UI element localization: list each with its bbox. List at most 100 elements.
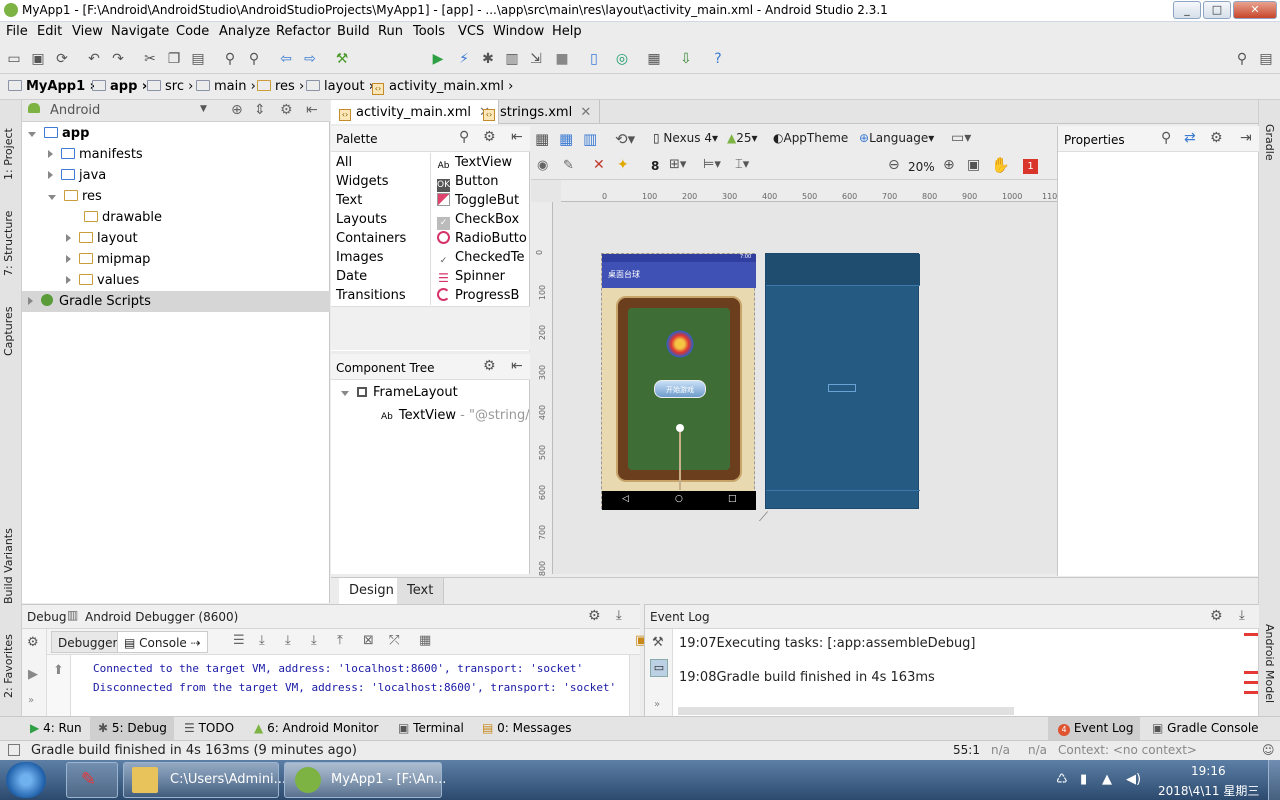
scroll-from-source-icon[interactable]: ⊕ — [231, 102, 243, 118]
copy-icon[interactable]: ❐ — [165, 50, 183, 68]
menu-vcs[interactable]: VCS — [458, 24, 484, 39]
gear-icon[interactable]: ⚙ — [1210, 608, 1223, 624]
resume-icon[interactable]: ▶ — [28, 667, 38, 682]
breadcrumb-layout[interactable]: layout › — [306, 79, 374, 94]
tab-structure[interactable]: 7: Structure — [2, 196, 15, 276]
palette-category-date[interactable]: Date — [336, 269, 367, 284]
tab-captures[interactable]: Captures — [2, 290, 15, 356]
tree-item-res[interactable]: res — [48, 189, 102, 204]
step-into-icon[interactable]: ⤓ — [285, 633, 291, 648]
soft-wrap-icon[interactable]: ▭ — [650, 659, 668, 677]
menu-build[interactable]: Build — [337, 24, 370, 39]
attach-debugger-icon[interactable]: ⇲ — [527, 50, 545, 68]
tool-tab-event-log[interactable]: 4 Event Log — [1058, 721, 1133, 736]
undo-icon[interactable]: ↶ — [85, 50, 103, 68]
menu-file[interactable]: File — [6, 24, 28, 39]
make-project-icon[interactable]: ⚒ — [333, 50, 351, 68]
gear-icon[interactable]: ⚙ — [588, 608, 601, 624]
blueprint-preview[interactable] — [765, 253, 920, 509]
console-scrollbar[interactable] — [629, 655, 640, 717]
apply-changes-icon[interactable]: ⚡ — [455, 50, 473, 68]
tab-design[interactable]: Design — [339, 578, 405, 604]
palette-item-checkedtextview[interactable]: ✓ CheckedTe — [437, 250, 525, 268]
clock-time[interactable]: 19:16 — [1191, 764, 1226, 778]
step-over-icon[interactable]: ⤓ — [259, 633, 265, 648]
tab-text[interactable]: Text — [397, 578, 445, 604]
search-icon[interactable]: ⚲ — [459, 129, 469, 145]
close-button[interactable]: ✕ — [1233, 1, 1277, 19]
collapse-all-icon[interactable]: ⇕ — [254, 102, 266, 118]
breadcrumb-res[interactable]: res › — [257, 79, 304, 94]
zoom-in-icon[interactable]: ⊕ — [943, 157, 955, 173]
tree-item-layout[interactable]: layout — [66, 231, 138, 246]
tool-windows-icon[interactable] — [8, 744, 20, 756]
open-folder-icon[interactable]: ▭ — [5, 50, 23, 68]
drop-frame-icon[interactable]: ⊠ — [363, 633, 374, 648]
menu-tools[interactable]: Tools — [413, 24, 445, 39]
sync-gradle-icon[interactable]: ◎ — [613, 50, 631, 68]
event-log-scrollbar[interactable] — [678, 707, 1014, 715]
search-icon[interactable]: ⚲ — [1161, 130, 1171, 146]
component-framelayout[interactable]: FrameLayout — [341, 385, 458, 400]
palette-item-button[interactable]: OK Button — [437, 174, 499, 192]
redo-icon[interactable]: ↷ — [109, 50, 127, 68]
start-button[interactable] — [6, 762, 46, 798]
tab-debugger[interactable]: Debugger — [51, 631, 125, 653]
tree-item-app[interactable]: app — [28, 126, 89, 141]
tab-project[interactable]: 1: Project — [2, 108, 15, 180]
hide-icon[interactable]: ⤓ — [616, 608, 622, 623]
default-margin[interactable]: 8 — [651, 159, 659, 173]
blueprint-view-icon[interactable]: ▦ — [559, 130, 573, 148]
menu-navigate[interactable]: Navigate — [111, 24, 169, 39]
tab-android-model[interactable]: Android Model — [1263, 624, 1276, 703]
autoconnect-icon[interactable]: ✎ — [563, 158, 574, 173]
caret-position[interactable]: 55:1 — [953, 743, 980, 757]
tree-item-mipmap[interactable]: mipmap — [66, 252, 150, 267]
sync-icon[interactable]: ⟳ — [53, 50, 71, 68]
breadcrumb-main[interactable]: main › — [196, 79, 256, 94]
breadcrumb-app[interactable]: app › — [92, 79, 147, 94]
tool-tab-debug[interactable]: ✱ 5: Debug — [98, 721, 167, 735]
palette-category-containers[interactable]: Containers — [336, 231, 406, 246]
tree-item-values[interactable]: values — [66, 273, 139, 288]
phone-preview[interactable]: 7:00 桌面台球 开始游戏 ◁ ○ □ — [601, 253, 756, 510]
both-view-icon[interactable]: ▥ — [583, 130, 597, 148]
hide-icon[interactable]: ⇥ — [1240, 130, 1252, 146]
more-icon[interactable]: » — [28, 695, 34, 706]
tool-tab-todo[interactable]: ☰ TODO — [184, 721, 234, 735]
notifications-icon[interactable]: ☺ — [1262, 743, 1275, 757]
project-structure-icon[interactable]: ▦ — [645, 50, 663, 68]
pack-icon[interactable]: ⊞▾ — [669, 157, 686, 172]
avd-manager-icon[interactable]: ▯ — [585, 50, 603, 68]
tab-build-variants[interactable]: Build Variants — [2, 514, 15, 604]
menu-help[interactable]: Help — [552, 24, 582, 39]
gear-icon[interactable]: ⚙ — [280, 102, 293, 118]
evaluate-icon[interactable]: ▦ — [419, 633, 431, 648]
volume-tray-icon[interactable]: ◀) — [1126, 772, 1141, 787]
tab-strings[interactable]: ‹› strings.xml ✕ — [475, 100, 601, 124]
show-constraints-icon[interactable]: ◉ — [537, 158, 548, 173]
breadcrumb-file[interactable]: ‹› activity_main.xml › — [372, 79, 513, 95]
palette-item-radiobutton[interactable]: RadioButto — [437, 231, 527, 246]
taskbar-android-studio[interactable]: MyApp1 - [F:\An... — [284, 762, 446, 798]
taskbar-explorer[interactable]: C:\Users\Admini... — [123, 762, 286, 798]
palette-category-widgets[interactable]: Widgets — [336, 174, 389, 189]
maximize-button[interactable]: □ — [1203, 1, 1231, 19]
orientation-icon[interactable]: ⟲▾ — [615, 130, 635, 148]
gear-icon[interactable]: ⚙ — [483, 358, 496, 374]
step-out-icon[interactable]: ⤒ — [337, 633, 343, 648]
swap-view-icon[interactable]: ⇄ — [1184, 130, 1196, 146]
palette-item-checkbox[interactable]: ✓ CheckBox — [437, 212, 519, 230]
menu-code[interactable]: Code — [176, 24, 209, 39]
search-everywhere-icon[interactable]: ⚲ — [1233, 50, 1251, 68]
menu-edit[interactable]: Edit — [37, 24, 62, 39]
rerun-icon[interactable]: ⚙ — [27, 635, 39, 650]
component-textview[interactable]: AbTextView - "@string/sta — [381, 408, 529, 423]
layout-icon[interactable]: ▤ — [1257, 50, 1275, 68]
settings-icon[interactable]: ⚒ — [652, 635, 664, 650]
debug-icon[interactable]: ✱ — [479, 50, 497, 68]
help-icon[interactable]: ? — [709, 50, 727, 68]
tab-gradle[interactable]: Gradle — [1263, 124, 1276, 161]
menu-run[interactable]: Run — [378, 24, 403, 39]
project-view-label[interactable]: Android — [50, 103, 100, 118]
